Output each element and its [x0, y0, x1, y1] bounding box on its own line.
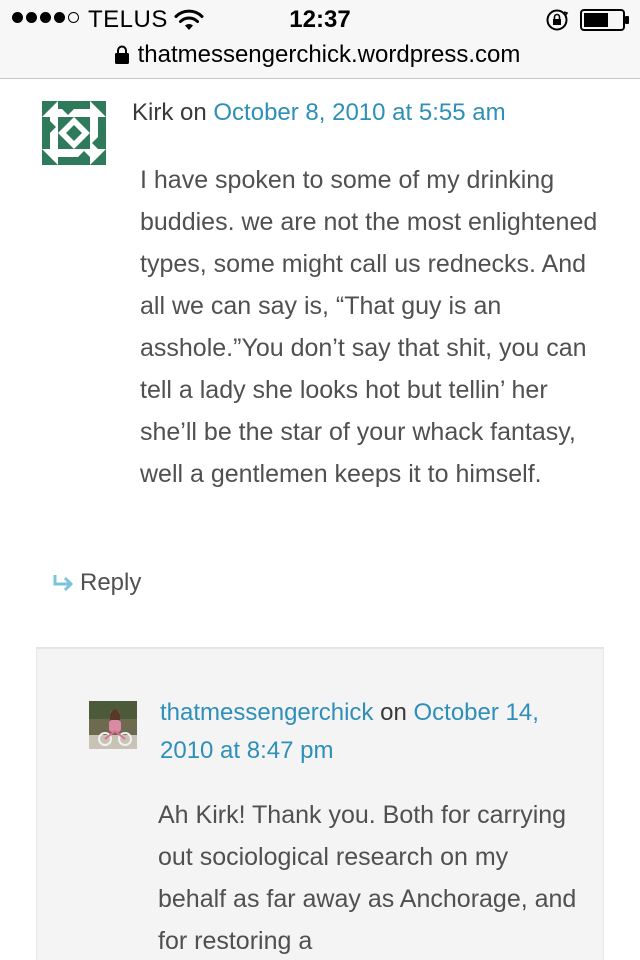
comment-on-text: on — [180, 99, 207, 126]
avatar — [42, 101, 106, 165]
battery-icon — [580, 9, 629, 31]
comment-date-link[interactable]: October 8, 2010 at 5:55 am — [213, 99, 505, 126]
url-text: thatmessengerchick.wordpress.com — [137, 41, 521, 68]
comment-meta: thatmessengerchick on October 14, 2010 a… — [160, 694, 580, 770]
comment-text: I have spoken to some of my drinking bud… — [140, 166, 598, 488]
reply-button[interactable]: Reply — [52, 569, 141, 597]
comment-text: Ah Kirk! Thank you. Both for carrying ou… — [158, 801, 577, 955]
comment-author[interactable]: thatmessengerchick — [160, 699, 373, 726]
lock-icon — [114, 45, 129, 64]
rotation-lock-icon — [546, 9, 569, 31]
address-bar[interactable]: thatmessengerchick.wordpress.com — [0, 40, 640, 79]
status-bar: TELUS 12:37 — [0, 0, 640, 40]
avatar — [89, 701, 137, 749]
comment-body: I have spoken to some of my drinking bud… — [140, 159, 610, 495]
reply-arrow-icon — [53, 575, 74, 592]
page: TELUS 12:37 thatmessengerchick.wordpress… — [0, 0, 640, 960]
comment-meta: Kirk on October 8, 2010 at 5:55 am — [132, 99, 506, 127]
comment-author[interactable]: Kirk — [132, 99, 173, 126]
nested-comment: thatmessengerchick on October 14, 2010 a… — [36, 647, 604, 960]
comment-on-text: on — [380, 699, 407, 726]
clock: 12:37 — [289, 6, 351, 33]
comment-body: Ah Kirk! Thank you. Both for carrying ou… — [158, 794, 578, 960]
reply-label: Reply — [80, 569, 142, 596]
